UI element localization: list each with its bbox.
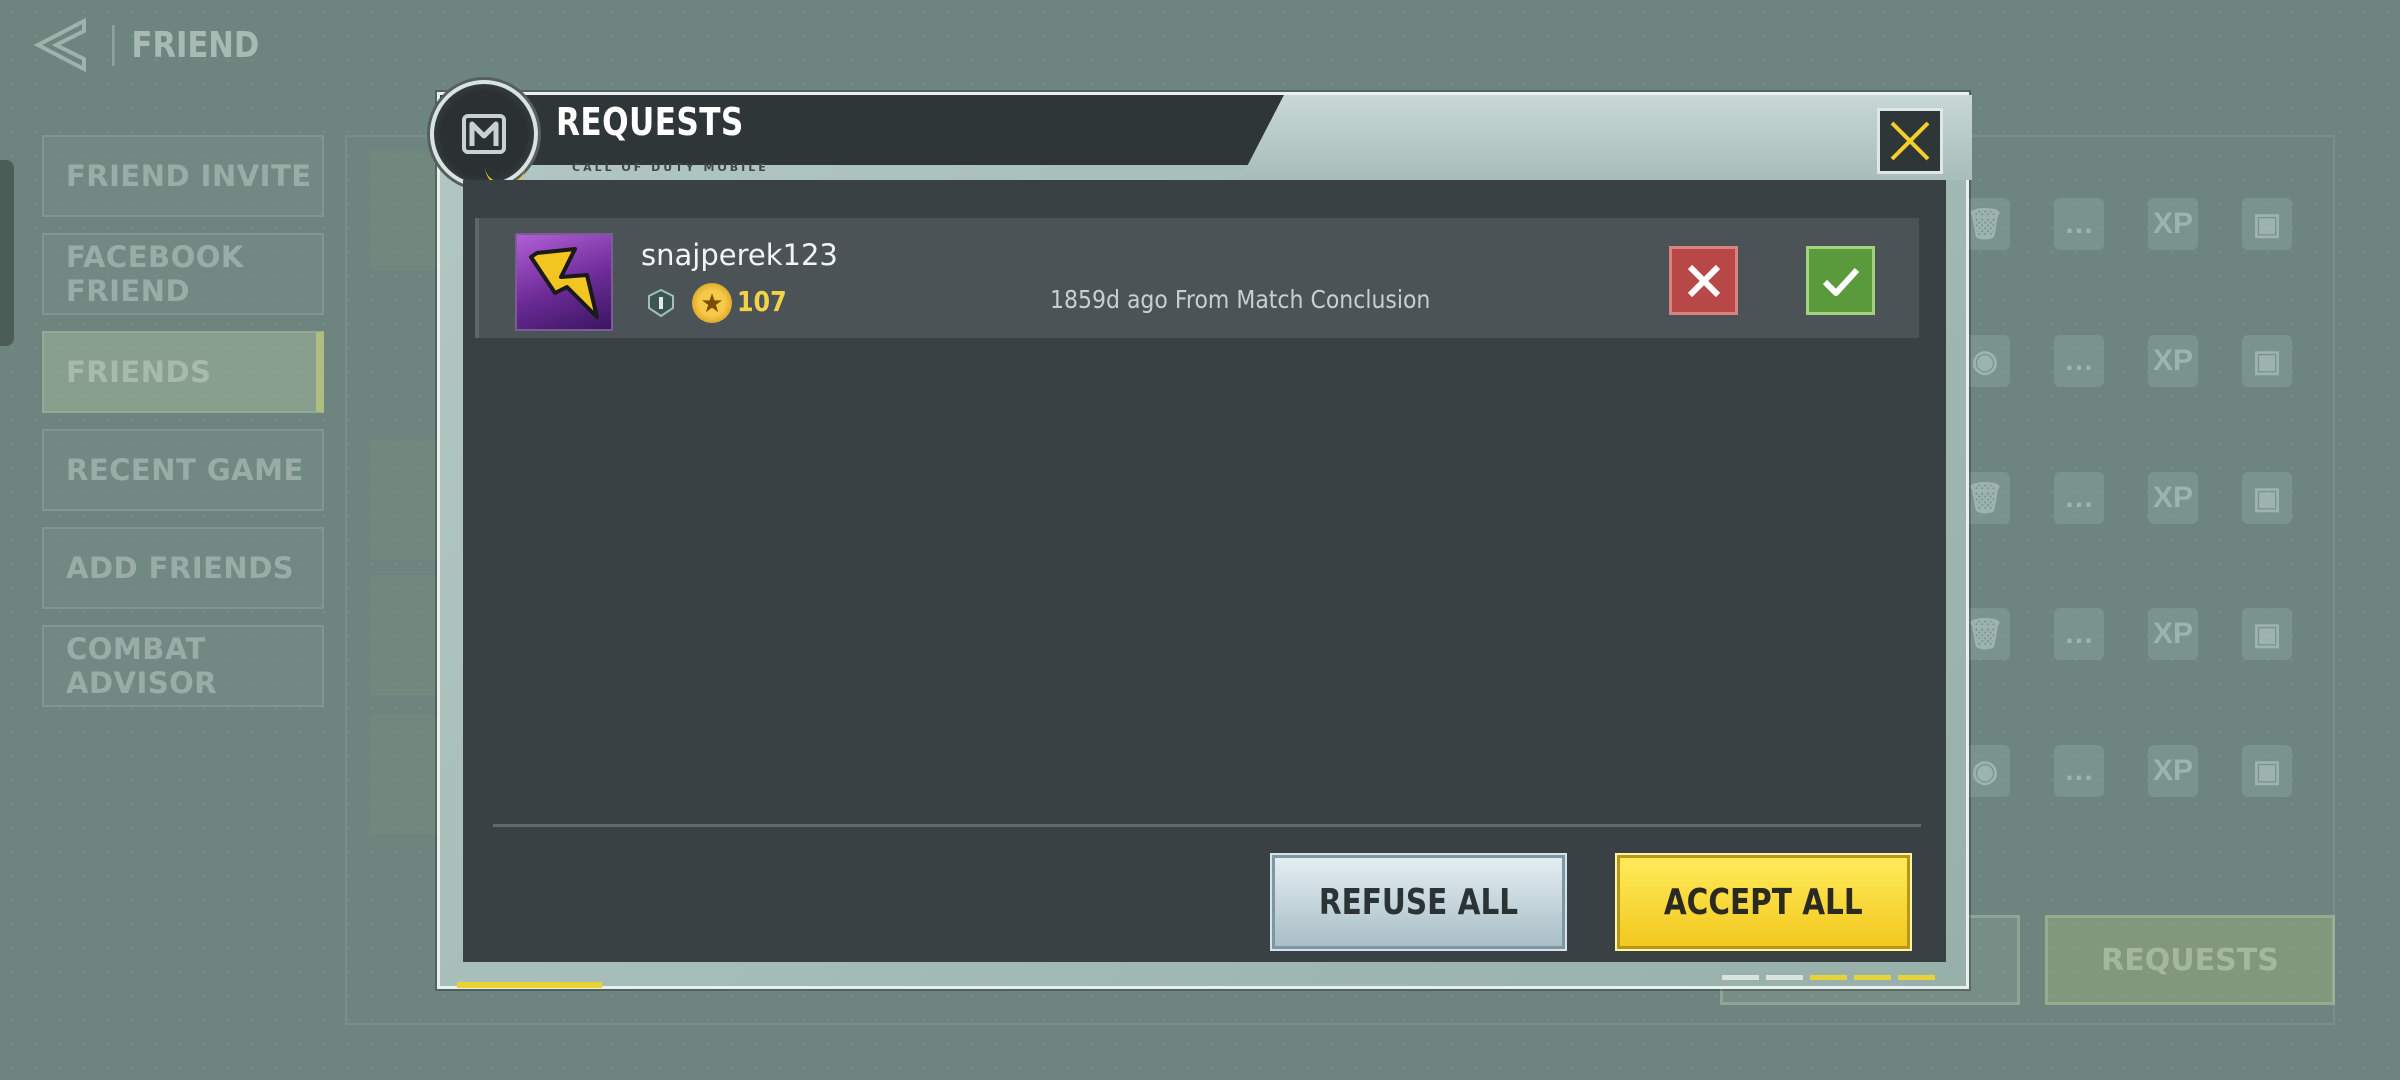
chat-icon[interactable]: … (2054, 198, 2104, 250)
frame-decoration-dots (1722, 975, 1935, 980)
refuse-all-label: REFUSE ALL (1318, 881, 1519, 923)
chat-icon[interactable]: … (2054, 745, 2104, 797)
background-screen-title: FRIEND (112, 24, 259, 66)
lightning-bolt-icon (515, 233, 613, 331)
gift-icon[interactable]: ▣ (2242, 198, 2292, 250)
nav-item-add-friends[interactable]: ADD FRIENDS (42, 527, 324, 609)
level-star-icon: ★ (692, 283, 732, 323)
side-tab-strip[interactable] (0, 160, 14, 346)
checkmark-icon (1822, 267, 1859, 296)
background-requests-button[interactable]: REQUESTS (2045, 915, 2335, 1005)
accept-request-button[interactable] (1806, 246, 1875, 315)
nav-item-friend-invite[interactable]: FRIEND INVITE (42, 135, 324, 217)
modal-header-accent (1240, 95, 1972, 180)
nav-item-combat-advisor[interactable]: COMBAT ADVISOR (42, 625, 324, 707)
xp-icon[interactable]: XP (2148, 745, 2198, 797)
modal-title: REQUESTS (556, 100, 744, 144)
accept-all-button[interactable]: ACCEPT ALL (1617, 855, 1910, 949)
nav-item-recent-game[interactable]: RECENT GAME (42, 429, 324, 511)
chat-icon[interactable]: … (2054, 335, 2104, 387)
refuse-all-button[interactable]: REFUSE ALL (1272, 855, 1565, 949)
close-button[interactable] (1877, 108, 1943, 174)
rank-shield-icon (646, 288, 676, 318)
back-icon[interactable] (30, 15, 90, 75)
close-icon (1687, 264, 1720, 297)
header-slider-decoration (1112, 68, 1412, 78)
xp-icon[interactable]: XP (2148, 608, 2198, 660)
chat-icon[interactable]: … (2054, 472, 2104, 524)
gift-icon[interactable]: ▣ (2242, 608, 2292, 660)
xp-icon[interactable]: XP (2148, 335, 2198, 387)
player-name: snajperek123 (641, 238, 838, 272)
request-info: 1859d ago From Match Conclusion (1050, 285, 1431, 314)
friend-row-actions: ◉ … XP ▣ (1960, 335, 2292, 387)
close-icon (1890, 121, 1930, 161)
background-nav: FRIEND INVITE FACEBOOK FRIEND FRIENDS RE… (42, 135, 324, 723)
xp-icon[interactable]: XP (2148, 198, 2198, 250)
friend-row-actions: 🗑 … XP ▣ (1960, 472, 2292, 524)
footer-divider (493, 824, 1921, 827)
accept-all-label: ACCEPT ALL (1664, 881, 1863, 923)
friend-row-actions: 🗑 … XP ▣ (1960, 608, 2292, 660)
modal-subtitle: CALL OF DUTY MOBILE (572, 161, 769, 174)
player-level: 107 (737, 285, 787, 318)
header-slider-end (1418, 66, 1430, 78)
gift-icon[interactable]: ▣ (2242, 745, 2292, 797)
gift-icon[interactable]: ▣ (2242, 335, 2292, 387)
nav-item-friends[interactable]: FRIENDS (42, 331, 324, 413)
background-header: FRIEND (30, 15, 285, 75)
reject-request-button[interactable] (1669, 246, 1738, 315)
gift-icon[interactable]: ▣ (2242, 472, 2292, 524)
chat-icon[interactable]: … (2054, 608, 2104, 660)
nav-item-facebook-friend[interactable]: FACEBOOK FRIEND (42, 233, 324, 315)
friend-row-actions: ◉ … XP ▣ (1960, 745, 2292, 797)
frame-bottom-accent (457, 982, 602, 988)
friend-row-actions: 🗑 … XP ▣ (1960, 198, 2292, 250)
xp-icon[interactable]: XP (2148, 472, 2198, 524)
